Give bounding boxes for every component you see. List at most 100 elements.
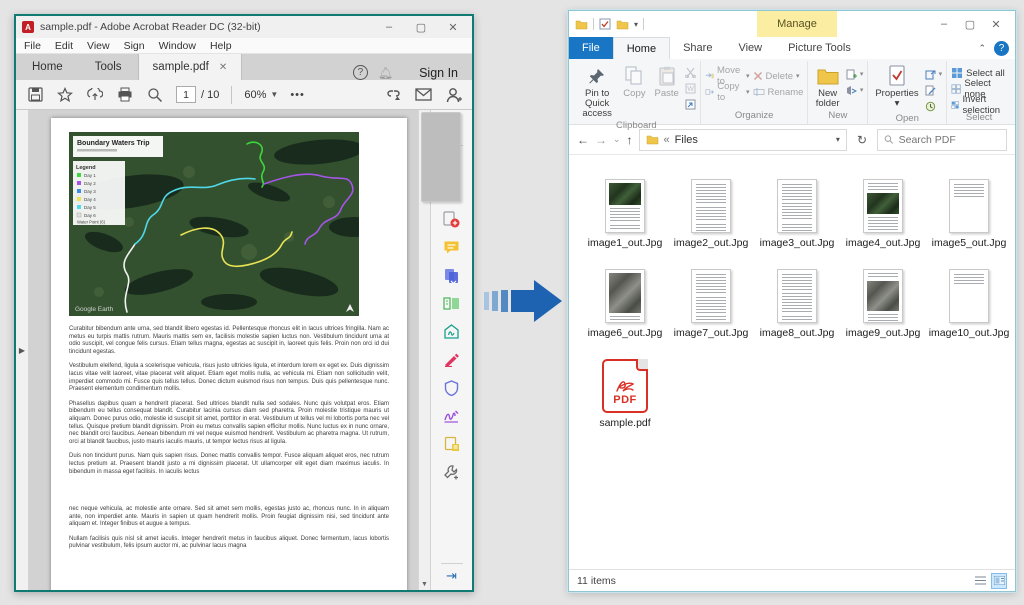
sign-in-button[interactable]: Sign In: [405, 66, 472, 80]
forward-icon[interactable]: →: [595, 133, 607, 147]
scrollbar-thumb[interactable]: [421, 112, 461, 202]
tab-close-icon[interactable]: ✕: [219, 62, 227, 73]
minimize-button[interactable]: –: [376, 18, 402, 36]
zoom-dropdown-icon[interactable]: ▼: [270, 90, 278, 99]
rename-button[interactable]: Rename: [753, 85, 803, 99]
properties-check-icon[interactable]: [599, 18, 611, 30]
paste-button[interactable]: Paste: [651, 63, 681, 100]
organize-pages-icon[interactable]: [437, 290, 467, 317]
certificates-sign-icon[interactable]: [437, 402, 467, 429]
new-folder-button[interactable]: New folder: [812, 63, 842, 110]
nav-pane-expander[interactable]: ▶: [16, 110, 29, 590]
copy-button[interactable]: Copy: [620, 63, 648, 100]
history-button[interactable]: [925, 99, 943, 113]
new-folder-qat-icon[interactable]: [616, 19, 629, 30]
ribbon-tab-picture-tools[interactable]: Picture Tools: [775, 37, 864, 59]
notifications-bell-icon[interactable]: 🔔︎: [378, 66, 393, 80]
cut-button[interactable]: [684, 65, 696, 79]
file-item[interactable]: image5_out.Jpg: [927, 165, 1011, 249]
file-item[interactable]: image6_out.Jpg: [583, 255, 667, 339]
menu-file[interactable]: File: [24, 40, 41, 52]
details-view-icon[interactable]: [972, 573, 988, 589]
scroll-down-icon[interactable]: ▼: [419, 581, 430, 588]
expand-tools-panel-icon[interactable]: ⇥: [446, 568, 457, 584]
copy-to-button[interactable]: Copy to ▾: [705, 81, 750, 103]
account-person-icon[interactable]: [444, 86, 462, 104]
thumbnail-view-icon[interactable]: [991, 572, 1007, 589]
search-box[interactable]: [877, 128, 1007, 151]
compress-pdf-icon[interactable]: [437, 318, 467, 345]
refresh-icon[interactable]: ↻: [853, 133, 871, 147]
file-item[interactable]: image3_out.Jpg: [755, 165, 839, 249]
menu-edit[interactable]: Edit: [55, 40, 73, 52]
easy-access-button[interactable]: ▾: [846, 83, 863, 97]
explorer-minimize-button[interactable]: –: [931, 15, 957, 33]
file-item[interactable]: image2_out.Jpg: [669, 165, 753, 249]
combine-files-icon[interactable]: [437, 262, 467, 289]
share-upload-icon[interactable]: [86, 86, 104, 104]
page-number-input[interactable]: 1: [176, 86, 196, 103]
menu-sign[interactable]: Sign: [124, 40, 145, 52]
file-item[interactable]: PDF sample.pdf: [583, 345, 667, 429]
breadcrumb-chevron[interactable]: «: [664, 134, 670, 146]
ribbon-tab-view[interactable]: View: [725, 37, 775, 59]
explorer-help-icon[interactable]: ?: [994, 40, 1009, 56]
edit-button[interactable]: [925, 83, 943, 97]
tab-document[interactable]: sample.pdf ✕: [137, 54, 243, 80]
new-item-button[interactable]: ▾: [846, 67, 863, 81]
manage-contextual-tab[interactable]: Manage: [757, 11, 837, 37]
tab-home[interactable]: Home: [16, 54, 79, 80]
share-link-icon[interactable]: [384, 86, 402, 104]
paste-shortcut-button[interactable]: [685, 97, 696, 111]
file-item[interactable]: image9_out.Jpg: [841, 255, 925, 339]
print-icon[interactable]: [116, 86, 134, 104]
maximize-button[interactable]: ▢: [408, 18, 434, 36]
copy-path-button[interactable]: W: [685, 81, 696, 95]
close-button[interactable]: ✕: [440, 18, 466, 36]
file-item[interactable]: image10_out.Jpg: [927, 255, 1011, 339]
explorer-close-button[interactable]: ✕: [983, 15, 1009, 33]
save-icon[interactable]: [26, 86, 44, 104]
email-icon[interactable]: [414, 86, 432, 104]
properties-button[interactable]: Properties ▾: [872, 63, 921, 110]
qat-customize-icon[interactable]: ▾: [634, 20, 638, 29]
back-icon[interactable]: ←: [577, 133, 589, 147]
file-item[interactable]: image8_out.Jpg: [755, 255, 839, 339]
file-item[interactable]: image4_out.Jpg: [841, 165, 925, 249]
search-icon[interactable]: [146, 86, 164, 104]
help-icon[interactable]: ?: [352, 65, 368, 80]
recent-locations-icon[interactable]: ⌄: [613, 134, 621, 145]
pin-to-quick-access-button[interactable]: Pin to Quick access: [577, 63, 617, 120]
document-area[interactable]: Boundary Waters Trip Legend Day 1 Day 2 …: [29, 110, 418, 590]
fill-sign-icon[interactable]: [437, 346, 467, 373]
menu-help[interactable]: Help: [210, 40, 232, 52]
file-item[interactable]: image7_out.Jpg: [669, 255, 753, 339]
zoom-control[interactable]: 60% ▼: [244, 89, 278, 101]
protect-icon[interactable]: [437, 374, 467, 401]
breadcrumb-path[interactable]: Files: [675, 134, 698, 146]
file-list[interactable]: image1_out.Jpg image2_out.Jpg image3_out…: [569, 155, 1015, 569]
delete-button[interactable]: Delete ▾: [753, 69, 804, 83]
invert-selection-button[interactable]: Invert selection: [951, 94, 1007, 116]
vertical-scrollbar[interactable]: ▼: [418, 110, 461, 590]
star-icon[interactable]: [56, 86, 74, 104]
up-icon[interactable]: ↑: [627, 133, 633, 147]
menu-window[interactable]: Window: [159, 40, 196, 52]
more-tools-icon[interactable]: [437, 458, 467, 485]
explorer-maximize-button[interactable]: ▢: [957, 15, 983, 33]
ribbon-tab-home[interactable]: Home: [612, 37, 671, 59]
menu-view[interactable]: View: [87, 40, 110, 52]
properties-dropdown-icon[interactable]: ▾: [895, 99, 900, 109]
tab-tools[interactable]: Tools: [79, 54, 138, 80]
file-item[interactable]: image1_out.Jpg: [583, 165, 667, 249]
comment-icon[interactable]: [437, 234, 467, 261]
create-pdf-icon[interactable]: [437, 206, 467, 233]
search-input[interactable]: [898, 133, 1000, 146]
ribbon-tab-file[interactable]: File: [569, 37, 613, 59]
collapse-ribbon-icon[interactable]: ⌃: [970, 43, 994, 54]
address-dropdown-icon[interactable]: ▾: [836, 135, 840, 144]
open-button[interactable]: ▾: [925, 67, 942, 81]
more-tools-ellipsis[interactable]: •••: [290, 89, 305, 101]
folder-icon[interactable]: [575, 19, 588, 30]
ribbon-tab-share[interactable]: Share: [670, 37, 725, 59]
